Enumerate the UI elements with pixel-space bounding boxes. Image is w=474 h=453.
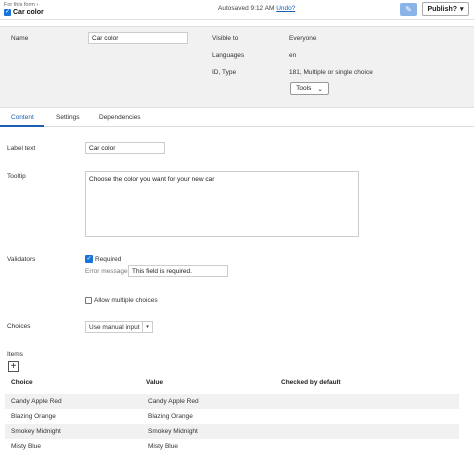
visible-to-label: Visible to xyxy=(212,35,239,42)
name-input[interactable]: Car color xyxy=(88,32,188,44)
chevron-down-icon: ▾ xyxy=(460,6,464,13)
table-row[interactable]: Misty Blue Misty Blue xyxy=(5,439,459,453)
items-label: Items xyxy=(7,351,23,358)
allow-multiple-checkbox[interactable] xyxy=(85,297,92,304)
tools-label: Tools xyxy=(296,85,312,92)
row-choice: Blazing Orange xyxy=(11,413,56,420)
tooltip-textarea[interactable]: Choose the color you want for your new c… xyxy=(85,171,359,237)
tab-dependencies[interactable]: Dependencies xyxy=(99,114,141,121)
publish-button[interactable]: Publish? ▾ xyxy=(422,2,469,16)
column-header-checked: Checked by default xyxy=(281,379,341,386)
row-value: Candy Apple Red xyxy=(148,398,199,405)
table-row[interactable]: Blazing Orange Blazing Orange xyxy=(5,409,459,424)
column-header-value: Value xyxy=(146,379,163,386)
row-value: Blazing Orange xyxy=(148,413,193,420)
id-type-label: ID, Type xyxy=(212,69,237,76)
row-choice: Misty Blue xyxy=(11,443,41,450)
visible-to-value: Everyone xyxy=(289,35,317,42)
tab-settings[interactable]: Settings xyxy=(56,114,80,121)
autosave-text: Autosaved 9:12 AM xyxy=(218,5,275,12)
error-message-label: Error message xyxy=(85,268,128,275)
undo-link[interactable]: Undo? xyxy=(276,5,295,12)
row-choice: Candy Apple Red xyxy=(11,398,62,405)
label-text-label: Label text xyxy=(7,145,36,152)
edit-button[interactable]: ✎ xyxy=(400,3,417,16)
table-row[interactable]: Candy Apple Red Candy Apple Red xyxy=(5,394,459,409)
pencil-icon: ✎ xyxy=(405,5,412,14)
add-item-button[interactable]: + xyxy=(8,361,19,372)
chevron-down-icon: ▾ xyxy=(142,322,152,332)
languages-value: en xyxy=(289,52,297,59)
row-value: Smokey Midnight xyxy=(148,428,198,435)
error-message-input[interactable]: This field is required. xyxy=(128,265,228,277)
name-label: Name xyxy=(11,35,29,42)
choices-label: Choices xyxy=(7,323,31,330)
choices-select-value: Use manual input xyxy=(89,323,140,331)
row-value: Misty Blue xyxy=(148,443,178,450)
tab-content[interactable]: Content xyxy=(11,114,34,121)
breadcrumb-label: For this form xyxy=(4,2,35,8)
choices-select[interactable]: Use manual input ▾ xyxy=(85,321,153,333)
chevron-down-icon: ⌄ xyxy=(317,85,323,93)
active-tab-indicator xyxy=(0,125,44,127)
row-choice: Smokey Midnight xyxy=(11,428,61,435)
title-row: ✓ Car color xyxy=(4,9,44,16)
table-row[interactable]: Smokey Midnight Smokey Midnight xyxy=(5,424,459,439)
check-icon: ✓ xyxy=(4,9,11,16)
required-checkbox[interactable]: ✓ xyxy=(85,255,93,263)
breadcrumb-arrow: › xyxy=(36,2,39,8)
tools-button[interactable]: Tools ⌄ xyxy=(290,82,329,95)
required-label: Required xyxy=(95,256,122,263)
validators-label: Validators xyxy=(7,256,36,263)
allow-multiple-label: Allow multiple choices xyxy=(94,297,158,304)
label-text-input[interactable]: Car color xyxy=(85,142,165,154)
tooltip-label: Tooltip xyxy=(7,173,26,180)
languages-label: Languages xyxy=(212,52,245,59)
page-title: Car color xyxy=(13,9,44,16)
column-header-choice: Choice xyxy=(11,379,33,386)
breadcrumb[interactable]: For this form › xyxy=(4,2,38,8)
publish-label: Publish? xyxy=(427,5,458,13)
autosave-status: Autosaved 9:12 AM Undo? xyxy=(218,5,295,12)
id-type-value: 181, Multiple or single choice xyxy=(289,69,373,76)
